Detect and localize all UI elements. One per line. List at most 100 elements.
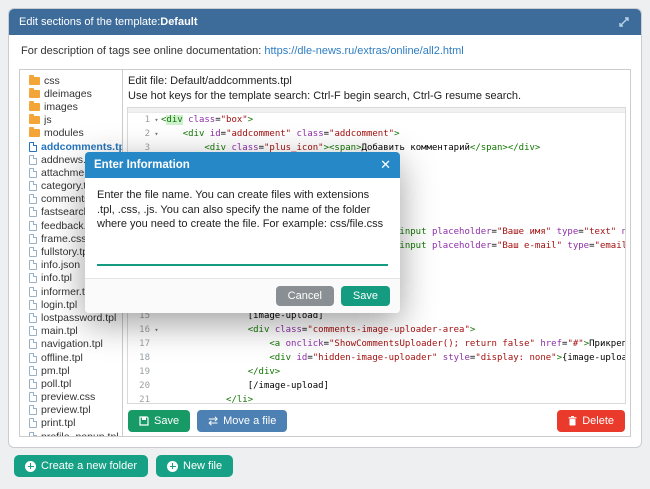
save-file-button[interactable]: Save <box>128 410 190 432</box>
file-icon <box>29 207 37 217</box>
tree-item-poll.tpl[interactable]: poll.tpl <box>20 377 122 390</box>
modal-body: Enter the file name. You can create file… <box>85 178 400 278</box>
tree-item-js[interactable]: js <box>20 114 122 127</box>
tree-item-label: print.tpl <box>41 417 75 429</box>
file-icon <box>29 234 37 244</box>
fold-gutter <box>152 379 161 393</box>
code-line-1: 1▾<div class="box"> <box>128 113 625 127</box>
tree-item-label: preview.css <box>41 391 95 403</box>
tree-item-main.tpl[interactable]: main.tpl <box>20 325 122 338</box>
footer-actions: Create a new folder New file <box>14 455 241 477</box>
tree-item-label: lostpassword.tpl <box>41 312 116 324</box>
code-line-20: 20 [/image-upload] <box>128 379 625 393</box>
expand-icon[interactable] <box>617 15 631 29</box>
line-number: 2 <box>128 127 152 141</box>
file-icon <box>29 379 37 389</box>
file-icon <box>29 221 37 231</box>
tree-item-label: css <box>44 75 60 87</box>
tree-item-offline.tpl[interactable]: offline.tpl <box>20 351 122 364</box>
tree-item-print.tpl[interactable]: print.tpl <box>20 417 122 430</box>
code-line-19: 19 </div> <box>128 365 625 379</box>
card-header: Edit sections of the template: Default <box>9 9 641 35</box>
tree-item-preview.css[interactable]: preview.css <box>20 391 122 404</box>
file-icon <box>29 405 37 415</box>
file-icon <box>29 194 37 204</box>
create-folder-button[interactable]: Create a new folder <box>14 455 148 477</box>
tree-item-navigation.tpl[interactable]: navigation.tpl <box>20 338 122 351</box>
template-name: Default <box>160 16 197 28</box>
trash-icon <box>568 416 577 426</box>
documentation-note: For description of tags see online docum… <box>9 35 641 65</box>
code-text: <div id="hidden-image-uploader" style="d… <box>161 351 625 365</box>
editor-actions: Save ⇄ Move a file Delete <box>123 404 630 432</box>
folder-icon <box>29 77 40 85</box>
tree-item-label: fullstory.tpl <box>41 246 90 258</box>
tree-item-lostpassword.tpl[interactable]: lostpassword.tpl <box>20 311 122 324</box>
file-icon <box>29 155 37 165</box>
fold-gutter <box>152 351 161 365</box>
code-line-18: 18 <div id="hidden-image-uploader" style… <box>128 351 625 365</box>
tree-item-label: modules <box>44 127 84 139</box>
plus-circle-icon <box>167 461 178 472</box>
code-text: <div class="comments-image-uploader-area… <box>161 323 625 337</box>
code-text: </li> <box>161 393 625 404</box>
tree-item-label: login.tpl <box>41 299 77 311</box>
tree-item-label: addcomments.tpl <box>41 141 122 153</box>
file-icon <box>29 432 37 436</box>
tree-item-label: offline.tpl <box>41 352 83 364</box>
file-icon <box>29 142 37 152</box>
doc-note-text: For description of tags see online docum… <box>21 45 264 57</box>
new-file-button[interactable]: New file <box>156 455 233 477</box>
file-icon <box>29 300 37 310</box>
file-icon <box>29 418 37 428</box>
fold-arrow-icon[interactable]: ▾ <box>152 113 161 127</box>
file-icon <box>29 313 37 323</box>
tree-item-label: main.tpl <box>41 325 78 337</box>
hotkeys-note: Use hot keys for the template search: Ct… <box>123 87 630 104</box>
move-file-button[interactable]: ⇄ Move a file <box>197 410 287 432</box>
fold-arrow-icon[interactable]: ▾ <box>152 323 161 337</box>
tree-item-profile_popup.tpl[interactable]: profile_popup.tpl <box>20 430 122 436</box>
tree-item-label: navigation.tpl <box>41 338 103 350</box>
move-arrows-icon: ⇄ <box>208 416 218 426</box>
modal-instructions: Enter the file name. You can create file… <box>97 188 388 232</box>
delete-file-button[interactable]: Delete <box>557 410 625 432</box>
line-number: 19 <box>128 365 152 379</box>
code-text: <a onclick="ShowCommentsUploader(); retu… <box>161 337 625 351</box>
folder-icon <box>29 116 40 124</box>
tree-item-label: poll.tpl <box>41 378 71 390</box>
tree-item-pm.tpl[interactable]: pm.tpl <box>20 364 122 377</box>
tree-item-css[interactable]: css <box>20 74 122 87</box>
tree-item-dleimages[interactable]: dleimages <box>20 87 122 100</box>
tree-item-label: preview.tpl <box>41 404 91 416</box>
fold-arrow-icon[interactable]: ▾ <box>152 127 161 141</box>
code-line-16: 16▾ <div class="comments-image-uploader-… <box>128 323 625 337</box>
fold-gutter <box>152 393 161 404</box>
line-number: 20 <box>128 379 152 393</box>
fold-gutter <box>152 337 161 351</box>
tree-item-label: dleimages <box>44 88 92 100</box>
line-number: 1 <box>128 113 152 127</box>
tree-item-label: images <box>44 101 78 113</box>
close-icon[interactable]: ✕ <box>380 157 391 173</box>
doc-link[interactable]: https://dle-news.ru/extras/online/all2.h… <box>264 45 463 57</box>
tree-item-label: profile_popup.tpl <box>41 431 119 436</box>
file-icon <box>29 273 37 283</box>
file-icon <box>29 366 37 376</box>
modal-title: Enter Information <box>94 159 190 171</box>
file-icon <box>29 392 37 402</box>
tree-item-modules[interactable]: modules <box>20 127 122 140</box>
file-name-input[interactable] <box>97 248 388 266</box>
cancel-button[interactable]: Cancel <box>276 286 334 306</box>
folder-icon <box>29 90 40 98</box>
tree-item-preview.tpl[interactable]: preview.tpl <box>20 404 122 417</box>
tree-item-images[interactable]: images <box>20 100 122 113</box>
modal-save-button[interactable]: Save <box>341 286 390 306</box>
template-editor-page: Edit sections of the template: Default F… <box>0 0 650 489</box>
line-number: 16 <box>128 323 152 337</box>
file-icon <box>29 181 37 191</box>
edit-file-title: Edit file: Default/addcomments.tpl <box>123 70 630 87</box>
folder-icon <box>29 103 40 111</box>
line-number: 17 <box>128 337 152 351</box>
modal-header: Enter Information ✕ <box>85 152 400 178</box>
